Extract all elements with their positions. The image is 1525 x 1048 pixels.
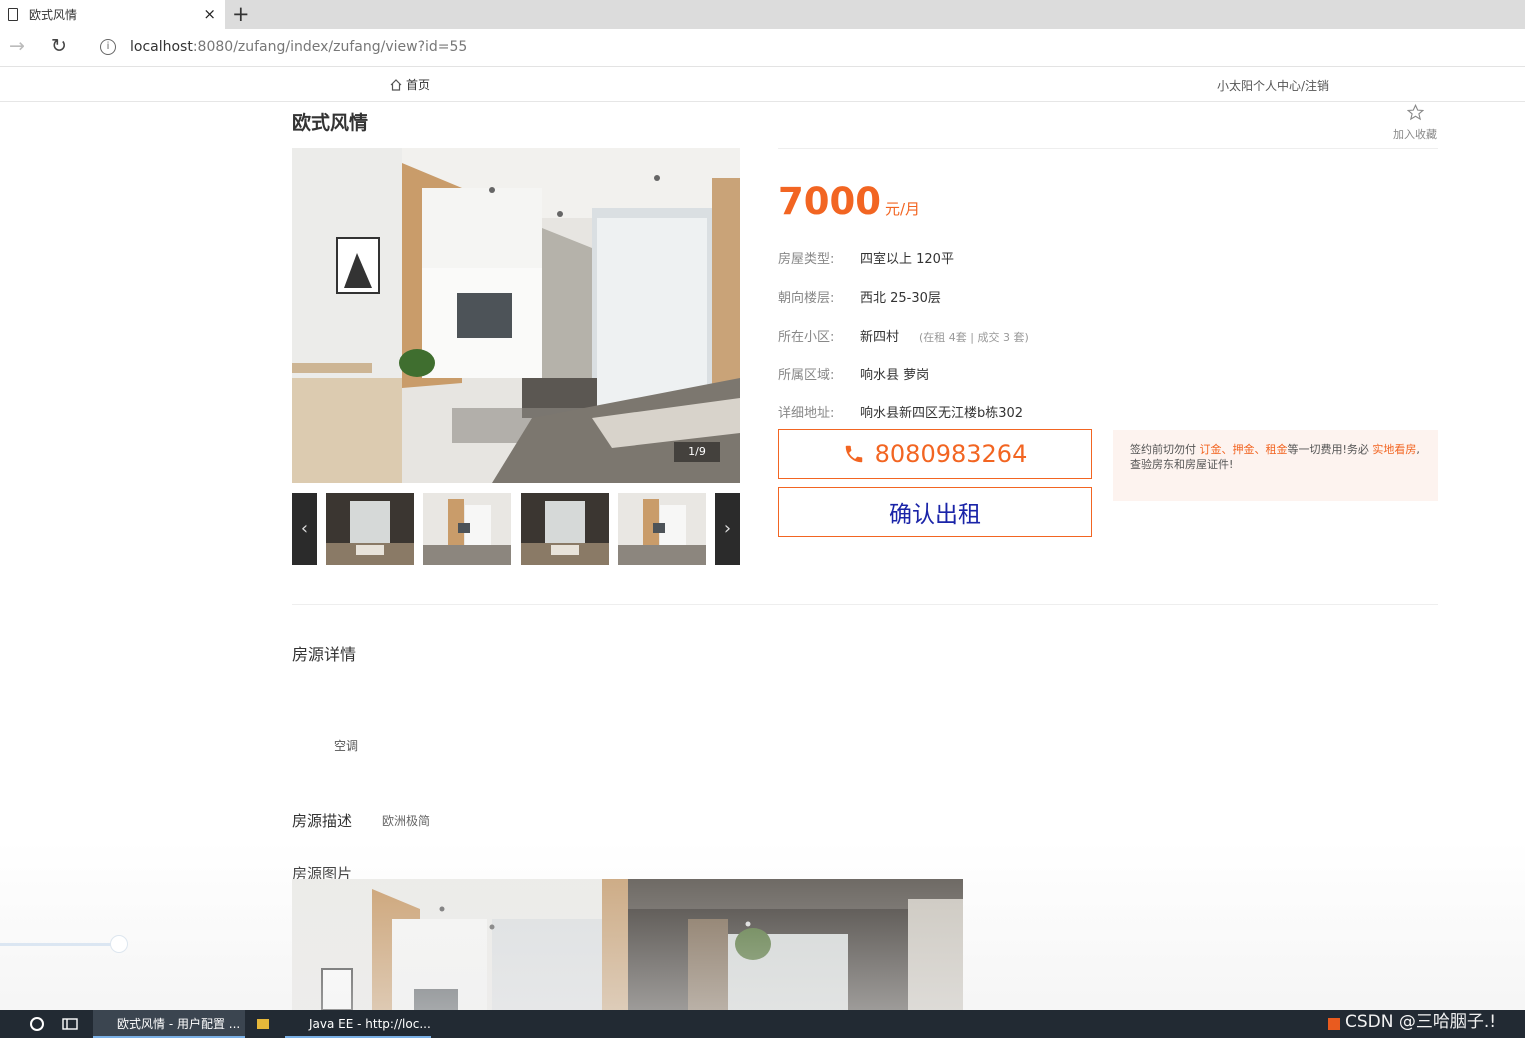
info-row-address: 详细地址: 响水县新四区无江楼b栋302: [778, 402, 1023, 421]
url-path: :8080/zufang/index/zufang/view?id=55: [192, 39, 468, 55]
taskbar-eclipse-window[interactable]: Java EE - http://loc...: [285, 1010, 431, 1038]
slider-knob[interactable]: [110, 935, 128, 953]
notice-highlight: 租金: [1265, 443, 1288, 456]
phone-icon: [845, 445, 862, 463]
info-row-type: 房屋类型: 四室以上 120平: [778, 248, 954, 267]
add-favorite-button[interactable]: 加入收藏: [1388, 104, 1442, 142]
price-value: 7000: [778, 180, 881, 223]
task-view-icon[interactable]: [62, 1010, 78, 1038]
info-label: 所属区域:: [778, 368, 835, 383]
thumbnail[interactable]: [618, 493, 706, 565]
info-value: 响水县 萝岗: [860, 368, 930, 383]
info-label: 所在小区:: [778, 330, 835, 345]
document-icon: [8, 8, 18, 21]
notice-text: 等一切费用!务必: [1287, 443, 1373, 456]
confirm-rent-button[interactable]: 确认出租: [778, 487, 1092, 537]
info-label: 详细地址:: [778, 406, 835, 421]
info-label: 房屋类型:: [778, 252, 835, 267]
home-label: 首页: [406, 78, 431, 92]
taskbar-eclipse-label: Java EE - http://loc...: [309, 1017, 431, 1031]
tab-title: 欧式风情: [29, 8, 78, 22]
browser-tab[interactable]: 欧式风情 ×: [0, 0, 225, 29]
photo-counter: 1/9: [674, 442, 720, 462]
url-host: localhost: [130, 39, 193, 55]
gallery-photo[interactable]: [628, 879, 963, 1010]
info-row-floor: 朝向楼层: 西北 25-30层: [778, 287, 941, 306]
thumbnail-strip: ‹ ›: [292, 493, 740, 565]
info-value: 西北 25-30层: [860, 291, 941, 306]
add-favorite-label: 加入收藏: [1393, 128, 1437, 141]
gallery-photo[interactable]: [292, 879, 628, 1010]
file-explorer-icon[interactable]: [256, 1010, 270, 1038]
info-row-community: 所在小区: 新四村 (在租 4套 | 成交 3 套): [778, 326, 1029, 345]
user-center-logout-link[interactable]: 小太阳个人中心/注销: [1217, 77, 1329, 94]
chevron-left-icon: ‹: [300, 518, 309, 539]
notice-highlight: 实地看房: [1372, 443, 1417, 456]
safety-notice: 签约前切勿付 订金、押金、租金等一切费用!务必 实地看房,查验房东和房屋证件!: [1113, 430, 1438, 501]
divider: [292, 604, 1438, 605]
thumbnail[interactable]: [521, 493, 609, 565]
details-heading: 房源详情: [292, 645, 357, 664]
info-row-area: 所属区域: 响水县 萝岗: [778, 364, 929, 383]
phone-button[interactable]: 8080983264: [778, 429, 1092, 479]
info-value: 四室以上 120平: [860, 252, 954, 267]
star-icon: [1406, 104, 1424, 121]
house-title: 欧式风情: [292, 112, 369, 134]
reload-icon[interactable]: ↻: [51, 35, 67, 57]
community-stats: (在租 4套 | 成交 3 套): [919, 331, 1029, 344]
description-text: 欧洲极简: [382, 814, 431, 828]
thumbnail[interactable]: [326, 493, 414, 565]
divider: [778, 148, 1438, 149]
main-photo[interactable]: [292, 148, 740, 483]
description-heading: 房源描述: [292, 812, 353, 830]
price: 7000 元/月: [778, 180, 920, 223]
chevron-right-icon: ›: [723, 518, 732, 539]
taskbar-edge-label: 欧式风情 - 用户配置 ...: [117, 1017, 241, 1031]
thumbnail-prev-button[interactable]: ‹: [292, 493, 317, 565]
url-field[interactable]: localhost:8080/zufang/index/zufang/view?…: [130, 39, 467, 55]
thumbnail-next-button[interactable]: ›: [715, 493, 740, 565]
address-bar: → ↻ i localhost:8080/zufang/index/zufang…: [0, 29, 1525, 67]
new-tab-button[interactable]: +: [232, 2, 250, 26]
phone-number: 8080983264: [874, 440, 1028, 468]
home-link[interactable]: 首页: [389, 76, 430, 93]
notice-highlight: 订金、押金、: [1199, 443, 1266, 456]
info-value: 响水县新四区无江楼b栋302: [860, 406, 1024, 421]
os-taskbar: 欧式风情 - 用户配置 ... Java EE - http://loc...: [0, 1010, 1525, 1038]
amenity-item: 空调: [334, 739, 359, 753]
tray-icon[interactable]: [1327, 1010, 1341, 1038]
cortana-icon[interactable]: [30, 1010, 44, 1038]
site-info-icon[interactable]: i: [100, 39, 116, 55]
price-unit: 元/月: [884, 200, 921, 218]
forward-arrow-icon[interactable]: →: [9, 35, 25, 57]
info-value: 新四村: [860, 330, 900, 345]
info-label: 朝向楼层:: [778, 291, 835, 306]
notice-text: 签约前切勿付: [1130, 443, 1200, 456]
taskbar-edge-window[interactable]: 欧式风情 - 用户配置 ...: [93, 1010, 245, 1038]
home-icon: [390, 78, 402, 91]
slider-track[interactable]: [0, 943, 112, 946]
close-tab-icon[interactable]: ×: [203, 5, 216, 23]
site-nav: 首页 小太阳个人中心/注销: [0, 67, 1525, 102]
csdn-watermark: CSDN @三哈胭子.!: [1345, 1012, 1497, 1032]
thumbnail[interactable]: [423, 493, 511, 565]
browser-tab-bar: 欧式风情 × +: [0, 0, 1525, 29]
